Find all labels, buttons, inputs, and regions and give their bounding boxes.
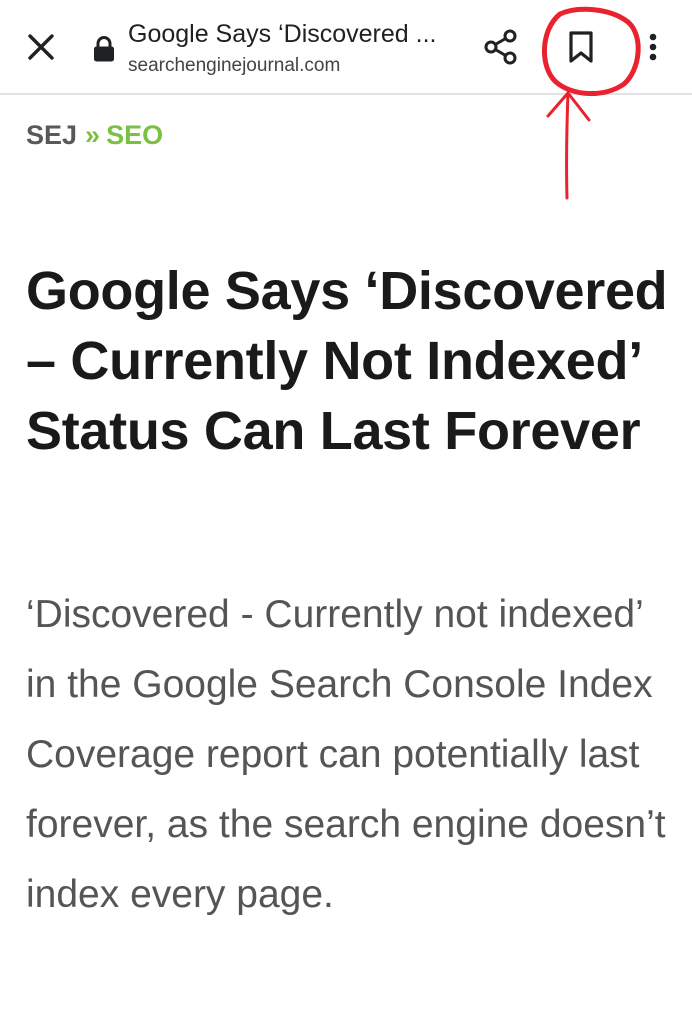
- close-button[interactable]: [24, 30, 58, 64]
- breadcrumb-separator: »: [85, 120, 101, 150]
- bookmark-button[interactable]: [566, 30, 596, 64]
- close-icon: [28, 34, 54, 60]
- article-headline: Google Says ‘Discovered – Currently Not …: [26, 261, 668, 461]
- article-summary: ‘Discovered - Currently not indexed’ in …: [26, 593, 666, 916]
- page-url[interactable]: searchenginejournal.com: [128, 55, 340, 77]
- annotation-arrow-shaft: [565, 91, 570, 200]
- share-button[interactable]: [482, 28, 520, 66]
- share-icon: [484, 29, 517, 65]
- more-menu-button[interactable]: [644, 30, 662, 64]
- more-vert-icon: [649, 33, 657, 61]
- page-title[interactable]: Google Says ‘Discovered ...: [128, 20, 436, 49]
- breadcrumb-category-link[interactable]: SEO: [106, 120, 163, 150]
- bookmark-icon: [569, 31, 593, 63]
- lock-icon: [93, 36, 115, 62]
- breadcrumb: SEJ » SEO: [26, 120, 163, 151]
- breadcrumb-home-link[interactable]: SEJ: [26, 120, 77, 150]
- annotation-arrow-head: [546, 91, 591, 122]
- browser-toolbar: Google Says ‘Discovered ... searchengine…: [0, 0, 692, 95]
